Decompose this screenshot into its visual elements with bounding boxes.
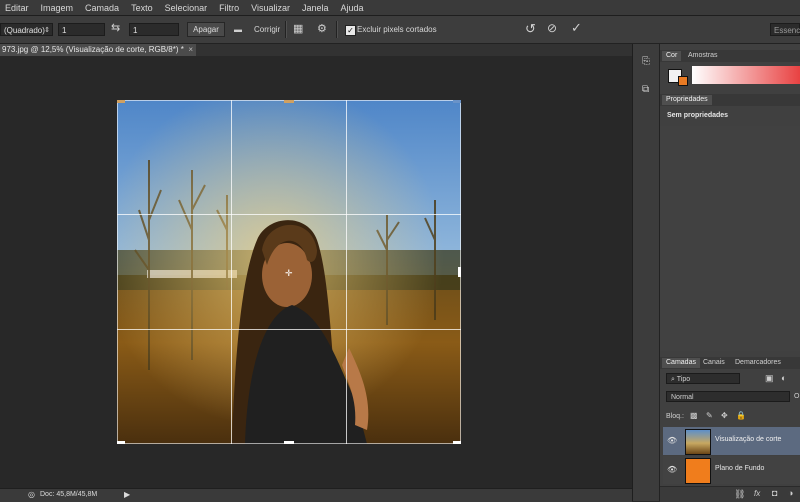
close-icon[interactable]: × xyxy=(188,44,193,56)
lock-brush-icon[interactable]: ✎ xyxy=(706,411,713,420)
reset-icon[interactable]: ↺ xyxy=(525,22,536,35)
tab-demarcadores[interactable]: Demarcadores xyxy=(731,358,785,368)
panels-column: Cor Amostras Propriedades Sem propriedad… xyxy=(659,44,800,502)
layer-thumbnail xyxy=(685,458,711,484)
options-bar: (Quadrado) ⇕ 1 ⇆ 1 Apagar ▬ Corrigir ▦ ⚙… xyxy=(0,16,800,44)
lock-all-icon[interactable]: 🔒 xyxy=(736,411,746,420)
fx-icon[interactable]: fx xyxy=(754,489,760,498)
swap-arrows-icon[interactable]: ⇆ xyxy=(111,23,120,34)
adjustment-icon[interactable]: ◑ xyxy=(788,488,793,498)
tab-camadas[interactable]: Camadas xyxy=(662,358,700,368)
layer-name[interactable]: Visualização de corte xyxy=(715,436,781,443)
properties-empty-text: Sem propriedades xyxy=(667,112,729,119)
lock-move-icon[interactable]: ✥ xyxy=(721,411,728,420)
blend-mode-value: Normal xyxy=(671,394,694,401)
divider xyxy=(285,21,287,38)
layer-filter-value: Tipo xyxy=(676,376,691,383)
menu-editar[interactable]: Editar xyxy=(0,3,36,13)
document-tab[interactable]: 973.jpg @ 12,5% (Visualização de corte, … xyxy=(0,44,196,56)
crop-handle[interactable] xyxy=(117,100,125,103)
menu-janela[interactable]: Janela xyxy=(297,3,336,13)
menu-camada[interactable]: Camada xyxy=(80,3,126,13)
mask-icon[interactable]: ◘ xyxy=(772,488,777,498)
crosshair-icon: ✛ xyxy=(285,268,293,278)
layer-filter-select[interactable]: ⌕ Tipo xyxy=(666,373,740,384)
menu-imagem[interactable]: Imagem xyxy=(36,3,81,13)
crop-preview-image[interactable]: ✛ xyxy=(117,100,461,444)
tab-amostras[interactable]: Amostras xyxy=(684,51,722,61)
clear-button[interactable]: Apagar xyxy=(187,22,225,37)
eye-icon[interactable]: 👁 xyxy=(667,465,677,474)
status-bar: ◎ Doc: 45,8M/45,8M ▶ xyxy=(0,488,632,502)
menu-texto[interactable]: Texto xyxy=(126,3,160,13)
collapsed-panel-dock: ⎘ ⧉ xyxy=(632,44,660,501)
tab-cor[interactable]: Cor xyxy=(662,51,682,61)
layer-row[interactable]: 👁 Plano de Fundo xyxy=(663,456,800,484)
workspace-select[interactable]: Essenci xyxy=(770,23,800,36)
crop-handle[interactable] xyxy=(453,100,461,103)
crop-handle[interactable] xyxy=(458,267,461,277)
height-input[interactable]: 1 xyxy=(129,23,179,36)
cancel-icon[interactable]: ⊘ xyxy=(547,22,557,34)
menu-ajuda[interactable]: Ajuda xyxy=(336,3,371,13)
properties-panel-tabs: Propriedades xyxy=(660,94,800,106)
layers-footer: ⛓ fx ◘ ◑ xyxy=(660,486,800,502)
tool-presets-icon[interactable]: ⧉ xyxy=(642,84,649,95)
lock-transparent-icon[interactable]: ▩ xyxy=(690,411,698,420)
layer-thumbnail xyxy=(685,429,711,455)
straighten-icon[interactable]: ▬ xyxy=(234,26,242,34)
lock-label: Bloq.: xyxy=(666,413,684,420)
color-panel-tabs: Cor Amostras xyxy=(660,50,800,62)
image-filter-icon[interactable]: ▣ xyxy=(765,373,774,384)
width-input[interactable]: 1 xyxy=(58,23,105,36)
background-color-swatch[interactable] xyxy=(678,76,688,86)
eye-icon[interactable]: 👁 xyxy=(667,436,677,445)
crop-handle[interactable] xyxy=(284,100,294,103)
info-icon: ◎ xyxy=(28,490,35,499)
layer-name[interactable]: Plano de Fundo xyxy=(715,465,764,472)
document-tab-title: 973.jpg @ 12,5% (Visualização de corte, … xyxy=(2,45,184,54)
doc-size: Doc: 45,8M/45,8M xyxy=(40,491,98,498)
properties-body xyxy=(660,126,800,351)
menu-visualizar[interactable]: Visualizar xyxy=(246,3,297,13)
blend-mode-select[interactable]: Normal xyxy=(666,391,790,402)
link-icon[interactable]: ⛓ xyxy=(734,489,745,500)
tab-propriedades[interactable]: Propriedades xyxy=(662,95,712,105)
crop-handle[interactable] xyxy=(284,441,294,444)
crop-handle[interactable] xyxy=(453,441,461,444)
divider xyxy=(336,21,338,38)
straighten-label[interactable]: Corrigir xyxy=(254,23,280,36)
updown-arrows-icon: ⇕ xyxy=(44,27,50,34)
ratio-select-value: (Quadrado) xyxy=(4,26,45,35)
adjustment-filter-icon[interactable]: ◐ xyxy=(781,373,786,383)
crop-handle[interactable] xyxy=(117,441,125,444)
layer-row-selected[interactable]: 👁 Visualização de corte xyxy=(663,427,800,455)
menu-selecionar[interactable]: Selecionar xyxy=(160,3,215,13)
tab-canais[interactable]: Canais xyxy=(699,358,729,368)
delete-cropped-label[interactable]: Excluir pixels cortados xyxy=(357,23,437,36)
opacity-label: O xyxy=(794,393,800,400)
gear-icon[interactable]: ⚙ xyxy=(317,24,327,35)
grid-overlay-icon[interactable]: ▦ xyxy=(293,24,303,35)
ratio-select[interactable]: (Quadrado) ⇕ xyxy=(0,23,53,36)
history-icon[interactable]: ⎘ xyxy=(642,56,650,67)
menu-bar: Editar Imagem Camada Texto Selecionar Fi… xyxy=(0,0,800,16)
commit-check-icon[interactable]: ✓ xyxy=(571,21,582,34)
color-ramp[interactable] xyxy=(692,66,800,84)
play-icon[interactable]: ▶ xyxy=(124,490,130,499)
menu-filtro[interactable]: Filtro xyxy=(214,3,246,13)
checkbox-checked-icon[interactable]: ✓ xyxy=(345,25,356,36)
layers-panel-tabs: Camadas Canais Demarcadores xyxy=(660,357,800,369)
